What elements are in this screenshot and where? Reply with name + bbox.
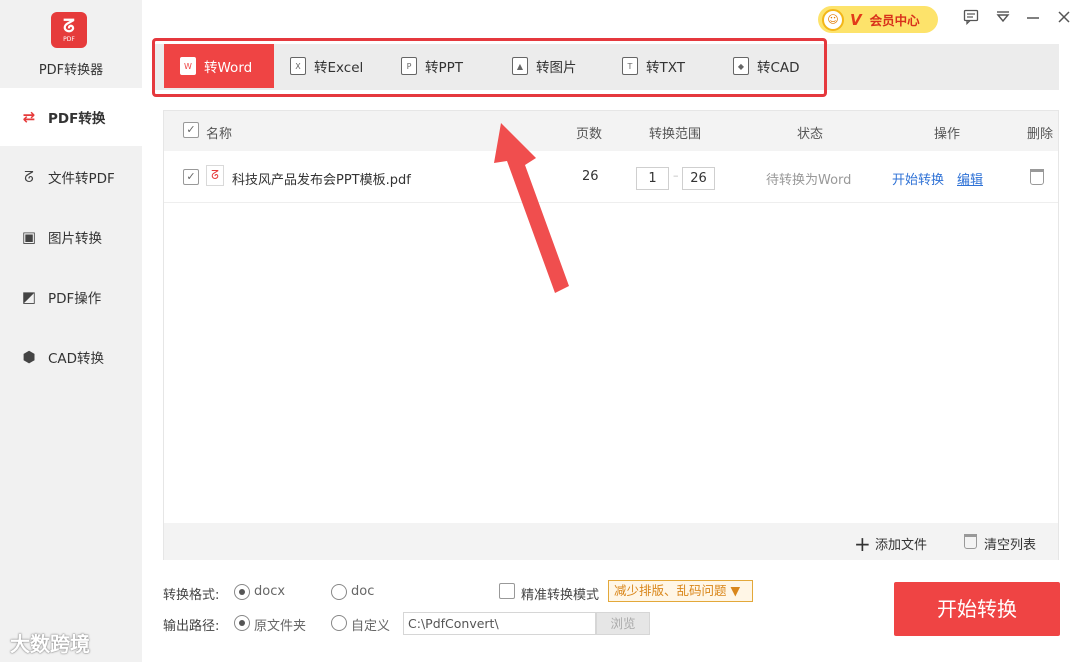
clear-icon[interactable]: [964, 534, 977, 549]
range-to-input[interactable]: 26: [682, 167, 715, 190]
pdf-edit-icon: ◩: [21, 288, 37, 306]
plus-icon[interactable]: +: [854, 534, 871, 554]
sidebar-item-pdf-convert[interactable]: ⇄ PDF转换: [0, 88, 142, 146]
output-path-input[interactable]: C:\PdfConvert\: [403, 612, 596, 635]
format-doc-radio[interactable]: [331, 584, 347, 600]
pdf-convert-icon: ⇄: [22, 108, 36, 126]
output-original-label: 原文件夹: [254, 619, 307, 634]
menu-dropdown-icon[interactable]: [992, 6, 1014, 28]
precise-tag-text: 减少排版、乱码问题: [614, 583, 727, 598]
add-file-button[interactable]: 添加文件: [875, 534, 927, 553]
sidebar-item-image-convert[interactable]: ▣ 图片转换: [0, 208, 142, 266]
header-delete: 删除: [1027, 127, 1054, 142]
panel-footer: + 添加文件 清空列表: [164, 523, 1058, 560]
start-convert-link[interactable]: 开始转换: [892, 169, 944, 188]
format-doc-label: doc: [351, 584, 375, 599]
precise-mode-checkbox[interactable]: [499, 583, 515, 599]
file-list-panel: ✓ 名称 页数 转换范围 状态 操作 删除 ✓ ᘔ 科技风产品发布会PPT模板.…: [163, 110, 1059, 560]
edit-link[interactable]: 编辑: [957, 169, 983, 188]
image-icon: ▣: [21, 228, 37, 246]
sidebar-item-label: PDF操作: [48, 291, 102, 307]
row-checkbox[interactable]: ✓: [183, 169, 199, 185]
output-original-radio[interactable]: [234, 615, 250, 631]
output-label: 输出路径:: [163, 619, 220, 634]
app-logo-area: ᘔ PDF PDF转换器: [0, 0, 142, 88]
header-range: 转换范围: [649, 127, 702, 142]
logo-text: PDF: [63, 35, 75, 43]
vip-label: 会员中心: [869, 13, 920, 28]
convert-status: 待转换为Word: [766, 173, 852, 188]
clear-list-button[interactable]: 清空列表: [984, 534, 1036, 553]
file-name: 科技风产品发布会PPT模板.pdf: [232, 173, 411, 188]
precise-mode-tag[interactable]: 减少排版、乱码问题 ▼: [608, 580, 753, 602]
sidebar-item-cad-convert[interactable]: ⬢ CAD转换: [0, 328, 142, 386]
output-custom-radio[interactable]: [331, 615, 347, 631]
browse-button[interactable]: 浏览: [596, 612, 650, 635]
chevron-down-icon: ▼: [730, 583, 741, 598]
vip-center-button[interactable]: ☺ V 会员中心: [818, 6, 938, 33]
vip-badge: V: [850, 10, 862, 29]
output-custom-label: 自定义: [351, 619, 391, 634]
feedback-icon[interactable]: [960, 6, 982, 28]
range-from-input[interactable]: 1: [636, 167, 669, 190]
format-label: 转换格式:: [163, 588, 220, 603]
header-status: 状态: [797, 127, 824, 142]
acrobat-icon: ᘔ: [63, 15, 75, 37]
watermark-text: 大数跨境: [10, 632, 90, 656]
range-separator: –: [673, 169, 679, 182]
table-row: ✓ ᘔ 科技风产品发布会PPT模板.pdf 26 1 – 26 待转换为Word…: [164, 153, 1058, 203]
file-to-pdf-icon: ᘔ: [24, 168, 34, 186]
sidebar-item-file-to-pdf[interactable]: ᘔ 文件转PDF: [0, 148, 142, 206]
watermark: 大数跨境: [10, 628, 90, 657]
header-action: 操作: [934, 127, 961, 142]
app-logo: ᘔ PDF: [51, 12, 87, 48]
sidebar-item-label: PDF转换: [48, 111, 106, 127]
sidebar-item-label: 文件转PDF: [48, 171, 115, 187]
cad-icon: ⬢: [22, 348, 36, 366]
pdf-file-icon: ᘔ: [206, 165, 224, 186]
highlight-frame: [152, 38, 827, 97]
sidebar: ᘔ PDF PDF转换器 ⇄ PDF转换 ᘔ 文件转PDF ▣ 图片转换 ◩ P…: [0, 0, 142, 662]
format-docx-label: docx: [254, 584, 286, 599]
delete-icon[interactable]: [1030, 169, 1044, 185]
minimize-icon[interactable]: [1022, 6, 1044, 28]
table-header: ✓ 名称 页数 转换范围 状态 操作 删除: [164, 111, 1058, 151]
precise-mode-label: 精准转换模式: [521, 588, 600, 603]
page-count: 26: [582, 169, 599, 184]
sidebar-item-label: 图片转换: [48, 231, 102, 247]
vip-avatar-icon: ☺: [822, 8, 844, 31]
sidebar-item-pdf-operation[interactable]: ◩ PDF操作: [0, 268, 142, 326]
header-name: 名称: [206, 127, 233, 142]
header-pages: 页数: [576, 127, 603, 142]
start-convert-button[interactable]: 开始转换: [894, 582, 1060, 636]
format-docx-radio[interactable]: [234, 584, 250, 600]
select-all-checkbox[interactable]: ✓: [183, 122, 199, 138]
app-title: PDF转换器: [38, 63, 104, 78]
close-icon[interactable]: [1053, 6, 1075, 28]
sidebar-item-label: CAD转换: [48, 351, 105, 367]
